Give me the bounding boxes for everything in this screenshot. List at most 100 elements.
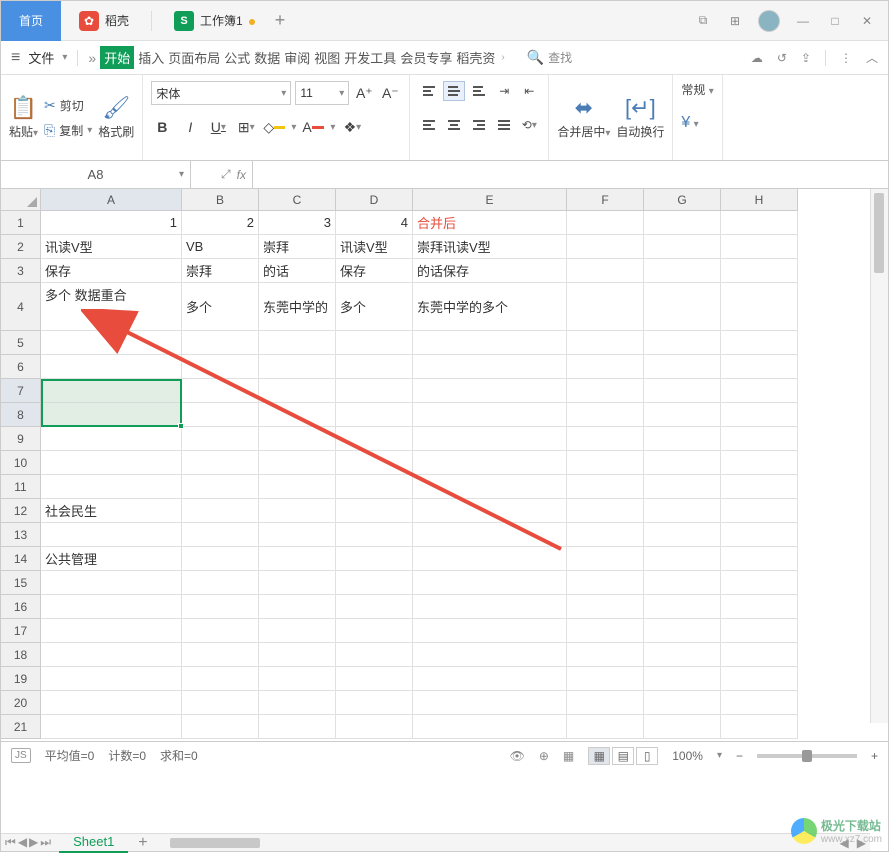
currency-button[interactable]: ¥ ▾ [681, 114, 698, 132]
cell[interactable] [41, 691, 182, 715]
file-menu[interactable]: 文件 [28, 48, 54, 67]
col-header-g[interactable]: G [644, 189, 721, 211]
align-right-button[interactable] [468, 115, 490, 135]
cell[interactable] [567, 403, 644, 427]
increase-font-button[interactable]: A⁺ [353, 83, 375, 103]
cell[interactable] [413, 667, 567, 691]
row-header[interactable]: 2 [1, 235, 41, 259]
cell[interactable] [41, 667, 182, 691]
vertical-scrollbar[interactable] [870, 189, 888, 723]
cell[interactable] [259, 619, 336, 643]
row-header[interactable]: 17 [1, 619, 41, 643]
row-header[interactable]: 18 [1, 643, 41, 667]
cell[interactable] [182, 499, 259, 523]
sheet-nav-prev[interactable]: ◀ [18, 835, 27, 850]
cell[interactable] [644, 211, 721, 235]
row-header[interactable]: 5 [1, 331, 41, 355]
effects-button[interactable]: ❖▾ [341, 117, 363, 137]
cell[interactable]: 多个 数据重合 [41, 283, 182, 331]
cell[interactable] [721, 619, 798, 643]
cell[interactable] [41, 619, 182, 643]
cell[interactable] [41, 523, 182, 547]
cell[interactable] [644, 475, 721, 499]
cell[interactable]: 合并后 [413, 211, 567, 235]
row-header[interactable]: 3 [1, 259, 41, 283]
cell[interactable] [182, 427, 259, 451]
cell[interactable] [182, 691, 259, 715]
cell[interactable] [721, 283, 798, 331]
cell[interactable] [413, 643, 567, 667]
cell[interactable] [413, 571, 567, 595]
align-center-button[interactable] [443, 115, 465, 135]
cell[interactable] [644, 643, 721, 667]
cell[interactable] [567, 283, 644, 331]
cell[interactable] [182, 475, 259, 499]
cell[interactable] [644, 667, 721, 691]
zoom-level[interactable]: 100% [672, 749, 703, 763]
view-break-button[interactable]: ▯ [636, 747, 658, 765]
new-tab-button[interactable]: + [261, 10, 300, 31]
cell[interactable] [41, 331, 182, 355]
row-header[interactable]: 9 [1, 427, 41, 451]
row-header[interactable]: 10 [1, 451, 41, 475]
cell[interactable] [644, 427, 721, 451]
cell[interactable] [41, 571, 182, 595]
cell[interactable] [644, 331, 721, 355]
menu-tab-layout[interactable]: 页面布局 [168, 48, 220, 67]
italic-button[interactable]: I [179, 117, 201, 137]
row-header[interactable]: 7 [1, 379, 41, 403]
cell[interactable] [336, 595, 413, 619]
indent-decrease-button[interactable]: ⇤ [518, 81, 540, 101]
cell[interactable] [336, 643, 413, 667]
align-top-button[interactable] [418, 81, 440, 101]
row-header[interactable]: 15 [1, 571, 41, 595]
fill-color-button[interactable]: ◇ [263, 117, 285, 137]
cell[interactable] [567, 523, 644, 547]
cell[interactable] [413, 475, 567, 499]
view-page-button[interactable]: ▤ [612, 747, 634, 765]
cell[interactable] [644, 547, 721, 571]
menu-tab-daoke[interactable]: 稻壳资 [456, 48, 495, 67]
cell[interactable] [567, 355, 644, 379]
cell[interactable] [567, 499, 644, 523]
cell[interactable] [644, 259, 721, 283]
sheet-nav-last[interactable]: ⏭ [40, 835, 51, 850]
cell[interactable] [182, 595, 259, 619]
cut-button[interactable]: ✂剪切 [44, 97, 92, 114]
cell[interactable] [644, 235, 721, 259]
cell[interactable] [259, 667, 336, 691]
search-button[interactable]: 🔍 查找 [527, 49, 572, 66]
cell[interactable] [721, 691, 798, 715]
paste-button[interactable]: 📋 粘贴▾ [9, 95, 38, 140]
cell[interactable] [41, 355, 182, 379]
cell[interactable] [721, 403, 798, 427]
cell[interactable] [721, 715, 798, 739]
cell[interactable] [336, 547, 413, 571]
menu-tab-data[interactable]: 数据 [254, 48, 280, 67]
cell[interactable] [721, 427, 798, 451]
cell[interactable] [336, 451, 413, 475]
bold-button[interactable]: B [151, 117, 173, 137]
cell[interactable] [721, 547, 798, 571]
zoom-thumb[interactable] [802, 750, 812, 762]
tab-home[interactable]: 首页 [1, 1, 61, 41]
cell[interactable]: 的话保存 [413, 259, 567, 283]
cell[interactable] [41, 643, 182, 667]
apps-icon[interactable]: ⊞ [726, 12, 744, 30]
number-format-select[interactable]: 常规 ▾ [681, 81, 713, 98]
cell[interactable]: 1 [41, 211, 182, 235]
cell[interactable] [721, 523, 798, 547]
border-button[interactable]: ⊞▾ [235, 117, 257, 137]
cell[interactable] [259, 523, 336, 547]
cell[interactable] [644, 355, 721, 379]
zoom-in-button[interactable]: + [871, 749, 878, 763]
cell[interactable] [259, 571, 336, 595]
cell[interactable] [721, 451, 798, 475]
cell[interactable] [721, 667, 798, 691]
spreadsheet-grid[interactable]: A B C D E F G H 1 2 3 4 5 6 7 8 9 10 11 … [1, 189, 888, 741]
js-macro-icon[interactable]: JS [11, 748, 31, 763]
font-size-select[interactable]: 11▾ [295, 81, 349, 105]
cell[interactable] [259, 355, 336, 379]
cell[interactable] [567, 331, 644, 355]
cell[interactable] [644, 523, 721, 547]
